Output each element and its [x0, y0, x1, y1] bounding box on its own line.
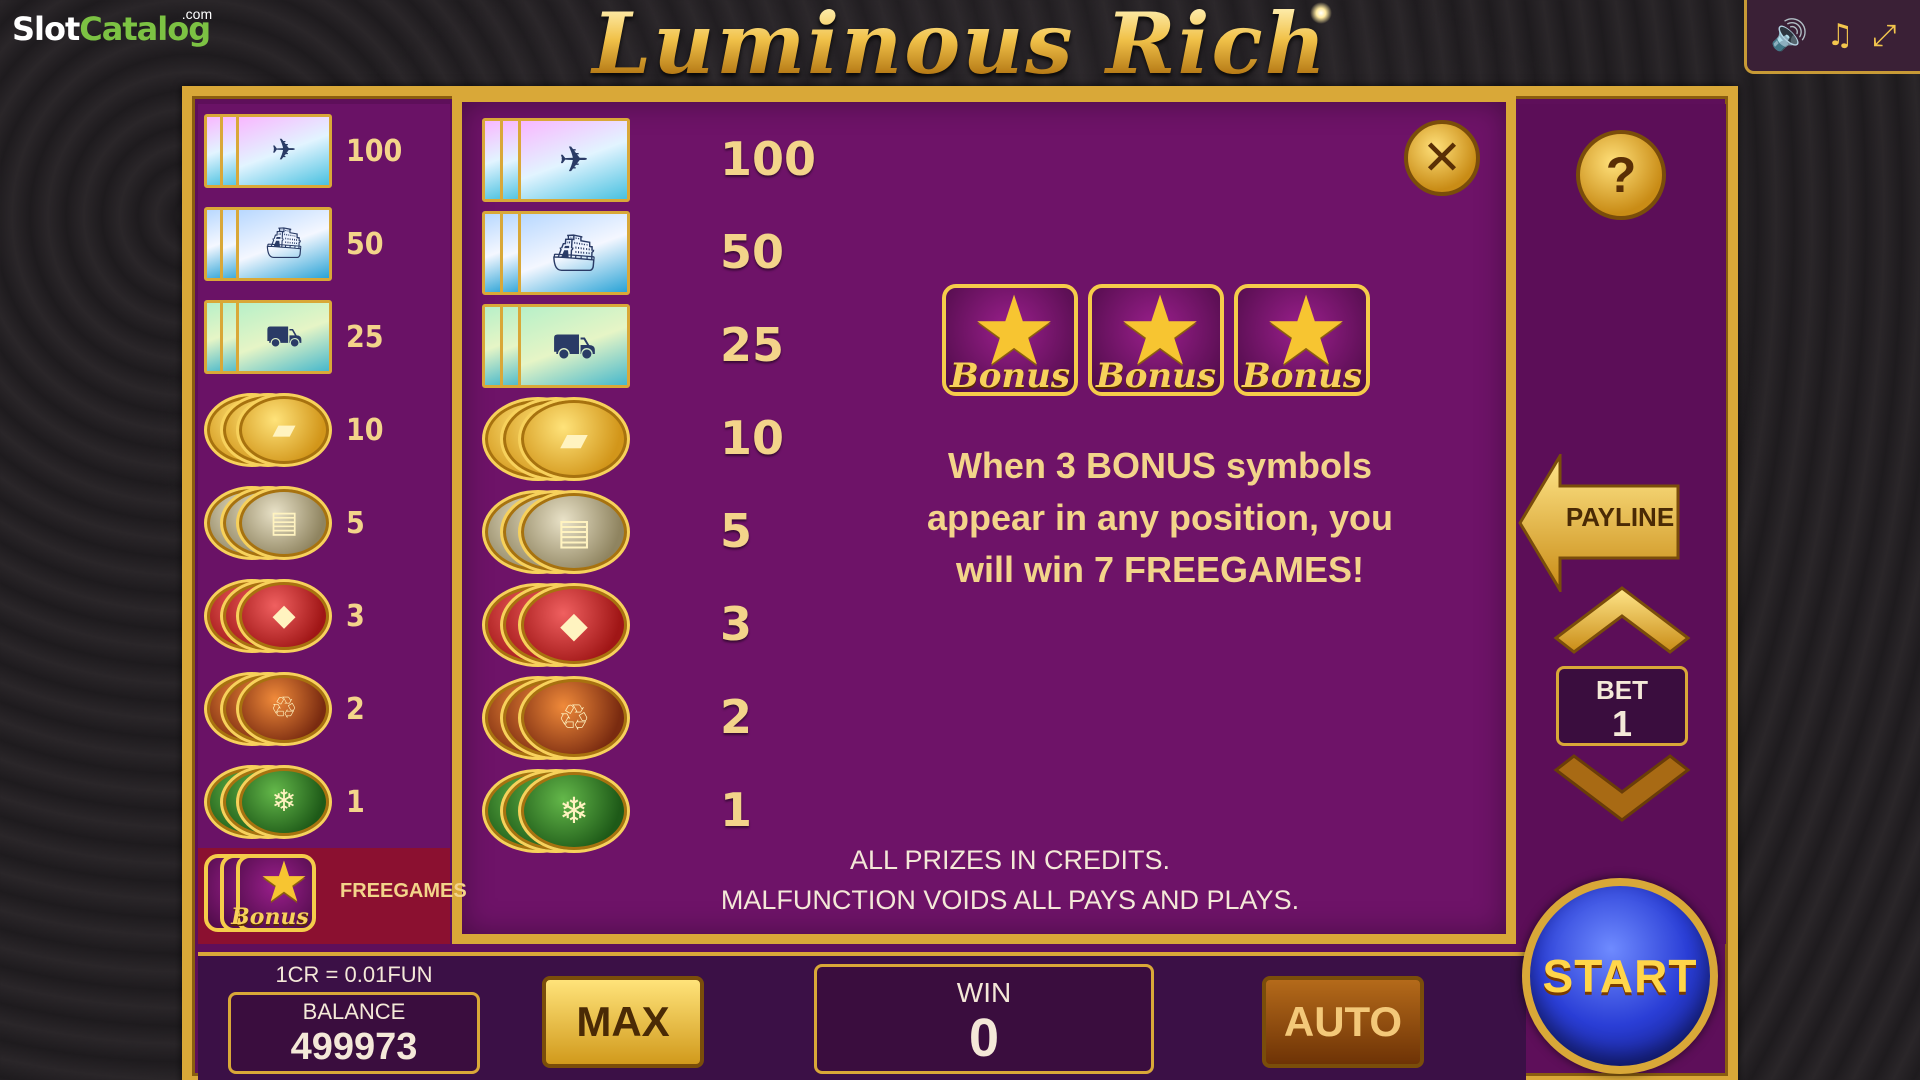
bet-label: BET: [1596, 675, 1648, 705]
pay-value: 3: [720, 597, 753, 651]
paytable-row-cash: ▤: [482, 490, 630, 574]
help-button[interactable]: ?: [1576, 130, 1666, 220]
bonus-symbol: ★ Bonus: [942, 284, 1078, 396]
bonus-symbol-text: Bonus: [950, 356, 1070, 396]
close-button[interactable]: ✕: [1404, 120, 1480, 196]
pay-value: 100: [346, 134, 403, 169]
bet-value: 1: [1611, 703, 1633, 744]
pay-value: 10: [720, 411, 785, 465]
bonus-symbol-text: Bonus: [1096, 356, 1216, 396]
balance-display: BALANCE 499973: [228, 992, 480, 1074]
paytable-row-gold: ▰: [204, 393, 332, 467]
pay-value: 25: [720, 318, 785, 372]
paytable-row-cognac: ♲: [204, 672, 332, 746]
bonus-description: When 3 BONUS symbols appear in any posit…: [926, 445, 1394, 590]
bet-increase-button[interactable]: [1552, 584, 1692, 656]
gold-bars-icon: ▰: [560, 418, 588, 459]
pay-value: 10: [346, 413, 384, 448]
paytable-row-yacht: ⛴: [204, 207, 332, 281]
cash-stack-icon: ▤: [556, 511, 591, 552]
paytable-row-cash: ▤: [204, 486, 332, 560]
pay-value: 50: [720, 225, 785, 279]
start-label: START: [1542, 950, 1698, 1002]
sports-car-icon: ⛟: [551, 325, 597, 366]
paytable-row-ring: ◆: [204, 579, 332, 653]
ring-box-icon: ◆: [272, 599, 296, 632]
top-controls: 🔊 ♫ ⤢: [1744, 0, 1920, 74]
music-note-icon[interactable]: ♫: [1827, 20, 1854, 51]
pay-value: 2: [346, 692, 365, 727]
bet-display: BET 1: [1556, 666, 1688, 746]
start-button[interactable]: START: [1522, 878, 1718, 1074]
close-icon: ✕: [1421, 132, 1463, 185]
pay-value: 3: [346, 599, 365, 634]
rules-footnote: ALL PRIZES IN CREDITS. MALFUNCTION VOIDS…: [700, 840, 1320, 920]
pay-value: 2: [720, 690, 753, 744]
auto-play-button[interactable]: AUTO: [1262, 976, 1424, 1068]
paytable-row-yacht: ⛴: [482, 211, 630, 295]
champagne-icon: ❄: [558, 790, 590, 831]
paytable-row-gold: ▰: [482, 397, 630, 481]
pay-value: 1: [346, 785, 365, 820]
gold-bars-icon: ▰: [272, 413, 296, 446]
airplane-icon: ✈: [271, 134, 297, 167]
airplane-icon: ✈: [558, 139, 590, 180]
win-value: 0: [968, 1008, 1000, 1068]
balance-label: BALANCE: [302, 999, 406, 1024]
star-icon: ★: [258, 850, 310, 913]
pay-value: 50: [346, 227, 384, 262]
cash-stack-icon: ▤: [269, 506, 299, 539]
paytable-row-cognac: ♲: [482, 676, 630, 760]
pay-value: 5: [346, 506, 365, 541]
footnote-credits: ALL PRIZES IN CREDITS.: [849, 845, 1171, 875]
sparkle-icon: [1310, 2, 1332, 24]
bonus-symbol-text: Bonus: [231, 904, 309, 930]
paytable-row-plane: ✈: [482, 118, 630, 202]
bonus-symbol-stack: ★ Bonus: [204, 854, 334, 934]
paytable-row-car: ⛟: [204, 300, 332, 374]
brand-suffix: .com: [181, 6, 213, 22]
paytable-row-champagne: ❄: [482, 769, 630, 853]
speaker-icon[interactable]: 🔊: [1770, 20, 1807, 51]
paytable-row-plane: ✈: [204, 114, 332, 188]
game-title: Luminous Rich: [560, 0, 1360, 94]
sports-car-icon: ⛟: [265, 320, 303, 353]
freegames-label: FREEGAMES: [340, 880, 467, 902]
footnote-malfunction: MALFUNCTION VOIDS ALL PAYS AND PLAYS.: [720, 885, 1300, 915]
yacht-icon: ⛴: [551, 232, 597, 273]
credit-rate: 1CR = 0.01FUN: [275, 962, 433, 987]
bonus-symbol: ★ Bonus: [1234, 284, 1370, 396]
bonus-symbol-text: Bonus: [1242, 356, 1362, 396]
win-display: WIN 0: [814, 964, 1154, 1074]
ring-box-icon: ◆: [560, 604, 588, 645]
champagne-icon: ❄: [271, 785, 297, 818]
payline-label: PAYLINE: [1565, 502, 1675, 532]
balance-value: 499973: [290, 1026, 418, 1068]
max-bet-button[interactable]: MAX: [542, 976, 704, 1068]
cognac-bottle-icon: ♲: [270, 692, 298, 725]
paytable-row-car: ⛟: [482, 304, 630, 388]
collapse-icon[interactable]: ⤢: [1873, 20, 1897, 51]
paytable-row-champagne: ❄: [204, 765, 332, 839]
yacht-icon: ⛴: [264, 227, 304, 260]
bonus-symbol: ★ Bonus: [1088, 284, 1224, 396]
pay-value: 100: [720, 132, 817, 186]
slotcatalog-logo: SlotCatalog .com: [12, 6, 212, 60]
bet-decrease-button[interactable]: [1552, 752, 1692, 824]
brand-name-slot: Slot: [12, 10, 80, 48]
pay-value: 5: [720, 504, 753, 558]
pay-value: 1: [720, 783, 753, 837]
win-label: WIN: [956, 977, 1012, 1008]
paytable-row-ring: ◆: [482, 583, 630, 667]
pay-value: 25: [346, 320, 384, 355]
cognac-bottle-icon: ♲: [557, 697, 591, 738]
